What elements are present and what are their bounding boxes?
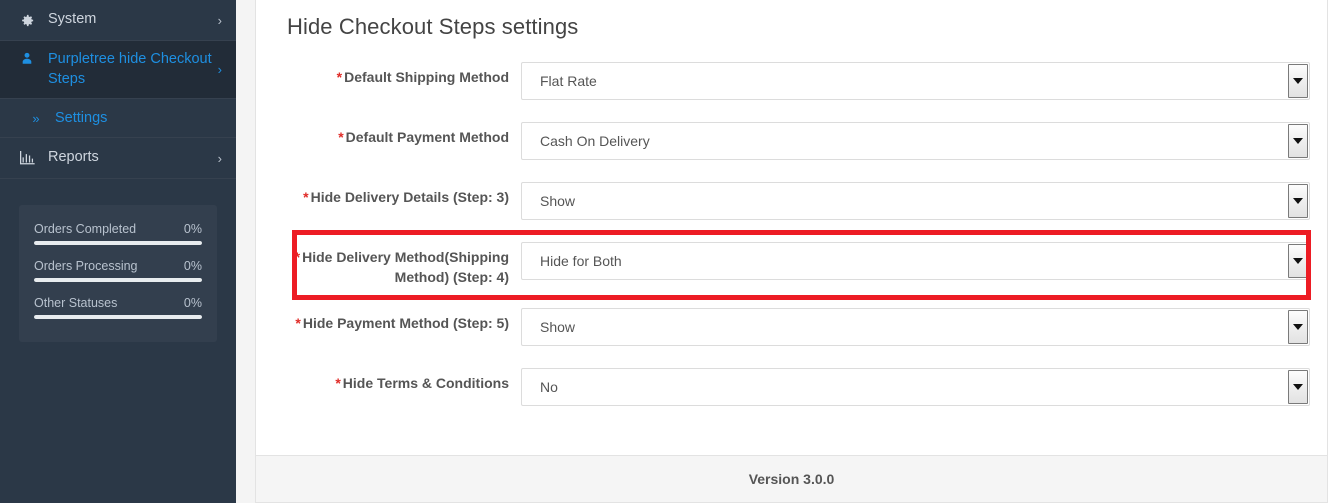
field-label: * Default Shipping Method (256, 62, 521, 87)
stat-orders-completed: Orders Completed 0% (34, 217, 202, 246)
gear-icon (16, 13, 38, 28)
hide-terms-conditions-select[interactable]: No (521, 367, 1310, 406)
required-marker: * (295, 314, 301, 331)
stat-value: 0% (183, 296, 202, 311)
sidebar-item-label: Reports (48, 149, 99, 166)
required-marker: * (294, 249, 301, 265)
hide-delivery-details-select[interactable]: Show (521, 182, 1310, 220)
sidebar-item-label: Settings (55, 110, 108, 127)
field-label-text: Hide Delivery Method(Shipping Method) (S… (302, 249, 509, 286)
progress-bar-track (34, 315, 202, 320)
sidebar-item-system[interactable]: System › (0, 0, 236, 41)
sidebar-item-reports[interactable]: Reports › (0, 138, 236, 180)
sidebar: System › Purpletree hide Checkout Steps … (0, 0, 236, 503)
double-chevron-right-icon: » (32, 110, 40, 126)
stat-value: 0% (183, 222, 202, 237)
field-label-text: Default Payment Method (345, 129, 509, 145)
field-label-text: Default Shipping Method (344, 69, 509, 85)
default-payment-method-select[interactable]: Cash On Delivery (521, 122, 1310, 160)
main-content: Hide Checkout Steps settings * Default Sh… (236, 0, 1328, 503)
user-icon (16, 51, 38, 66)
required-marker: * (303, 189, 309, 205)
chevron-right-icon: › (217, 150, 222, 166)
field-label: * Hide Payment Method (Step: 5) (256, 308, 521, 333)
required-marker: * (338, 129, 344, 145)
default-shipping-method-select[interactable]: Flat Rate (521, 62, 1310, 100)
hide-payment-method-select[interactable]: Show (521, 307, 1310, 346)
bar-chart-icon (16, 151, 38, 165)
field-label: * Default Payment Method (256, 122, 521, 147)
progress-bar-fill (34, 315, 202, 320)
form-row-hide-delivery-method: * Hide Delivery Method(Shipping Method) (… (256, 242, 1311, 288)
chevron-right-icon: › (217, 62, 222, 78)
progress-bar-fill (34, 241, 202, 246)
required-marker: * (336, 69, 343, 85)
progress-bar-track (34, 241, 202, 246)
form-row-hide-delivery-details: * Hide Delivery Details (Step: 3) Show (256, 182, 1311, 220)
order-stats-panel: Orders Completed 0% Orders Processing 0% (19, 205, 217, 343)
progress-bar-track (34, 278, 202, 283)
settings-form: * Default Shipping Method Flat Rate * De… (256, 40, 1327, 455)
field-label: * Hide Delivery Details (Step: 3) (256, 182, 521, 207)
stat-label: Orders Completed (34, 222, 137, 237)
field-label: * Hide Delivery Method(Shipping Method) (… (256, 242, 521, 288)
field-label: * Hide Terms & Conditions (256, 368, 521, 393)
stat-orders-processing: Orders Processing 0% (34, 254, 202, 283)
required-marker: * (335, 374, 341, 391)
stat-other-statuses: Other Statuses 0% (34, 291, 202, 320)
settings-panel: Hide Checkout Steps settings * Default Sh… (255, 0, 1328, 503)
progress-bar-fill (34, 278, 202, 283)
sidebar-item-label: System (48, 11, 97, 28)
field-label-text: Hide Payment Method (Step: 5) (302, 314, 509, 331)
field-label-text: Hide Terms & Conditions (342, 374, 509, 391)
sidebar-item-settings[interactable]: » Settings (0, 99, 236, 139)
stat-label: Other Statuses (34, 296, 118, 311)
stat-label: Orders Processing (34, 259, 138, 274)
chevron-right-icon: › (217, 12, 222, 28)
form-row-hide-payment-method: * Hide Payment Method (Step: 5) Show (256, 307, 1311, 346)
stat-value: 0% (183, 259, 202, 274)
form-row-hide-terms-conditions: * Hide Terms & Conditions No (256, 367, 1311, 406)
page-title: Hide Checkout Steps settings (287, 14, 579, 39)
version-footer: Version 3.0.0 (256, 455, 1327, 502)
hide-delivery-method-select[interactable]: Hide for Both (521, 242, 1310, 280)
form-row-default-payment-method: * Default Payment Method Cash On Delivery (256, 122, 1311, 160)
field-label-text: Hide Delivery Details (Step: 3) (310, 189, 509, 205)
admin-page: System › Purpletree hide Checkout Steps … (0, 0, 1328, 503)
sidebar-item-purpletree-hide-checkout-steps[interactable]: Purpletree hide Checkout Steps › (0, 41, 236, 100)
sidebar-item-label: Purpletree hide Checkout Steps (48, 51, 212, 87)
form-row-default-shipping-method: * Default Shipping Method Flat Rate (256, 62, 1311, 100)
